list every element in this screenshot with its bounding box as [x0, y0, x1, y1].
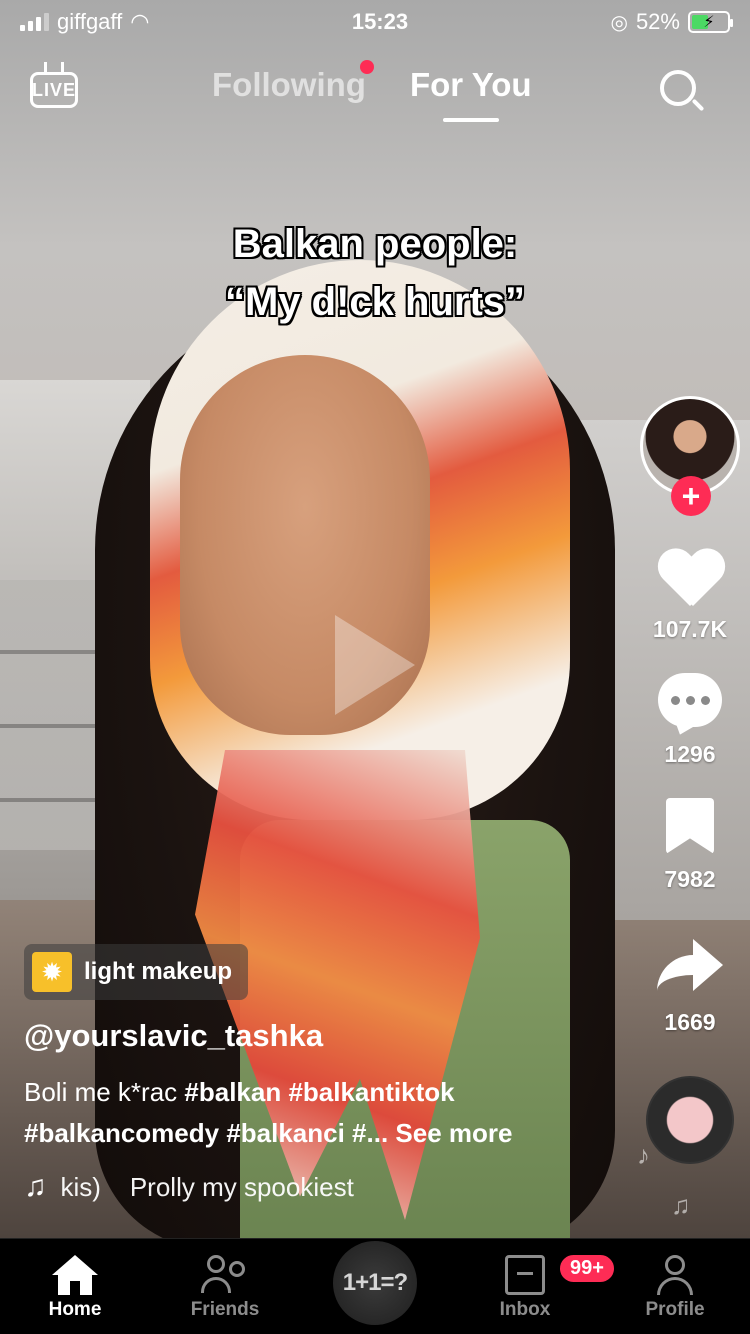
action-rail: + 107.7K 1296 7982 1669 — [640, 396, 740, 1164]
live-label: LIVE — [32, 79, 77, 100]
save-button[interactable]: 7982 — [664, 798, 716, 893]
post-description[interactable]: Boli me k*rac #balkan #balkantiktok #bal… — [24, 1072, 584, 1154]
rotation-lock-icon: ◎ — [610, 11, 628, 34]
notification-dot — [359, 60, 374, 74]
battery-percent: 52% — [635, 9, 680, 34]
background-shelf — [0, 580, 110, 850]
profile-icon — [657, 1255, 693, 1295]
charging-icon: ⚡ — [703, 14, 715, 31]
status-left: giffgaff ◠ — [20, 9, 149, 35]
tab-following-label: Following — [212, 66, 366, 103]
caption-line-2: “My d!ck hurts” — [224, 280, 526, 324]
share-icon — [657, 939, 723, 991]
search-icon-handle — [691, 98, 705, 112]
home-icon — [52, 1255, 98, 1295]
save-count: 7982 — [664, 866, 716, 892]
tab-home-label: Home — [48, 1299, 102, 1320]
tab-home[interactable]: Home — [10, 1253, 140, 1321]
music-note-icon: ♫ — [671, 1190, 691, 1220]
effect-chip[interactable]: ✹ light makeup — [24, 944, 249, 1000]
floating-notes: ♪ ♫ — [637, 1140, 691, 1220]
see-more-link[interactable]: See more — [395, 1118, 512, 1148]
plus-icon: + — [681, 478, 701, 514]
like-count: 107.7K — [652, 616, 728, 642]
like-button[interactable]: 107.7K — [653, 550, 727, 643]
bookmark-icon — [665, 798, 714, 854]
tab-friends[interactable]: Friends — [160, 1253, 290, 1321]
share-count: 1669 — [664, 1009, 716, 1035]
search-icon — [660, 70, 696, 106]
active-tab-indicator — [442, 118, 499, 122]
description-text: Boli me k*rac — [24, 1077, 185, 1107]
search-button[interactable] — [660, 70, 706, 116]
inbox-badge: 99+ — [558, 1253, 616, 1284]
tab-inbox[interactable]: Inbox 99+ — [460, 1253, 616, 1321]
hashtags-line-1[interactable]: #balkan #balkantiktok — [184, 1077, 454, 1107]
wifi-icon: ◠ — [130, 9, 150, 34]
tab-for-you-label: For You — [409, 66, 532, 103]
video-caption: Balkan people: “My d!ck hurts” — [0, 215, 750, 331]
create-button[interactable]: 1+1=? — [310, 1241, 440, 1325]
tv-antenna-icon — [44, 62, 64, 72]
top-nav: LIVE Following For You — [0, 56, 750, 126]
bottom-tab-bar: Home Friends 1+1=? Inbox 99+ Profile — [0, 1238, 750, 1334]
clock: 15:23 — [351, 9, 409, 34]
comment-count: 1296 — [664, 741, 716, 767]
tab-following[interactable]: Following — [212, 60, 374, 104]
friends-icon — [201, 1255, 249, 1295]
share-button[interactable]: 1669 — [657, 939, 723, 1036]
effect-label: light makeup — [84, 958, 233, 985]
create-label: 1+1=? — [342, 1269, 408, 1296]
sparkle-icon: ✹ — [32, 952, 72, 992]
comment-icon — [658, 673, 722, 727]
tab-for-you[interactable]: For You — [409, 66, 532, 122]
sound-name: kis) Prolly my spookiest — [60, 1171, 354, 1202]
heart-icon — [657, 550, 723, 610]
status-right: ◎ 52% ⚡ — [610, 9, 733, 35]
live-button[interactable]: LIVE — [30, 62, 80, 110]
creator-username[interactable]: @yourslavic_tashka — [24, 1018, 323, 1054]
music-note-icon: ♪ — [637, 1140, 650, 1170]
carrier-name: giffgaff — [57, 9, 123, 34]
tab-friends-label: Friends — [190, 1299, 260, 1320]
tab-profile[interactable]: Profile — [610, 1253, 740, 1321]
comment-button[interactable]: 1296 — [658, 673, 722, 768]
tab-profile-label: Profile — [645, 1299, 705, 1320]
caption-line-1: Balkan people: — [232, 222, 518, 266]
hashtags-line-2[interactable]: #balkancomedy #balkanci #... — [24, 1118, 388, 1148]
tab-inbox-label: Inbox — [499, 1299, 551, 1320]
feed-tabs: Following For You — [212, 60, 532, 122]
inbox-icon — [505, 1255, 545, 1295]
follow-button[interactable]: + — [671, 476, 711, 516]
play-icon[interactable] — [335, 615, 415, 715]
creator-avatar-group: + — [640, 396, 740, 516]
battery-icon: ⚡ — [687, 11, 733, 33]
status-bar: giffgaff ◠ 15:23 ◎ 52% ⚡ — [0, 0, 750, 44]
sound-row[interactable]: ♫ kis) Prolly my spookiest — [24, 1170, 354, 1204]
live-tv-icon: LIVE — [30, 72, 78, 108]
music-disc-icon[interactable] — [646, 1076, 734, 1164]
music-note-icon: ♫ — [24, 1170, 47, 1203]
signal-icon — [20, 13, 49, 31]
create-icon: 1+1=? — [333, 1241, 417, 1325]
